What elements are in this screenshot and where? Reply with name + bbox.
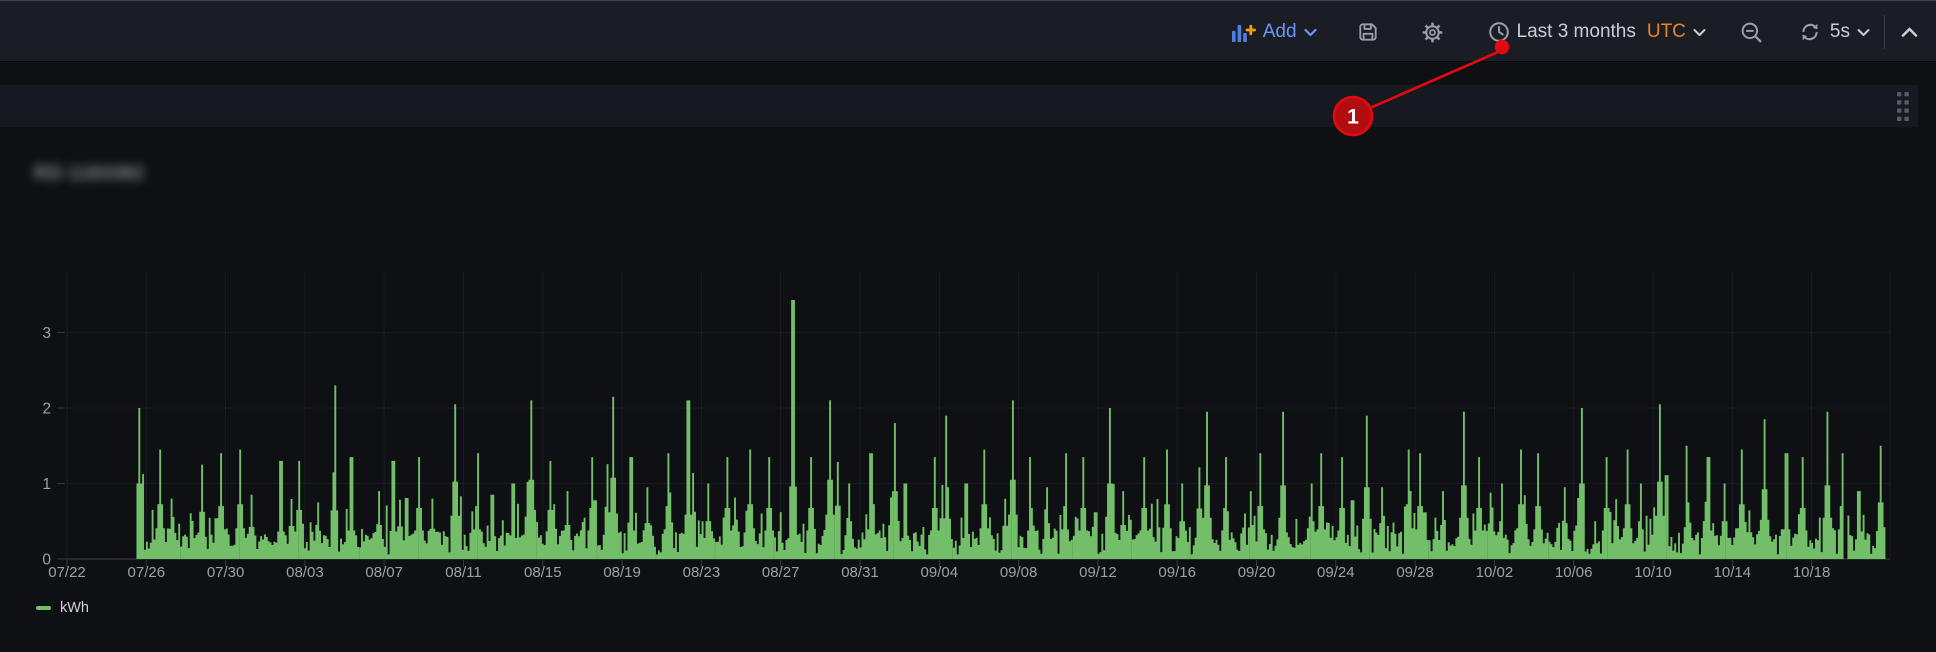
x-tick-label: 08/03 <box>286 564 324 581</box>
legend-swatch <box>36 606 51 610</box>
x-tick-label: 09/16 <box>1158 564 1196 581</box>
kwh-series-bars <box>137 300 1884 559</box>
x-tick-label: 09/08 <box>1000 564 1038 581</box>
legend-item-kwh[interactable]: kWh <box>36 600 89 616</box>
grafana-dashboard: Add <box>0 0 1936 652</box>
x-tick-label: 09/20 <box>1238 564 1276 581</box>
x-tick-label: 10/02 <box>1476 564 1514 581</box>
x-tick-label: 07/22 <box>48 564 86 581</box>
x-tick-label: 09/24 <box>1317 564 1355 581</box>
x-tick-label: 07/30 <box>207 564 245 581</box>
x-tick-label: 08/11 <box>445 564 481 581</box>
x-tick-label: 09/12 <box>1079 564 1117 581</box>
x-tick-label: 10/14 <box>1714 564 1752 581</box>
x-tick-label: 09/04 <box>921 564 959 581</box>
y-tick-label: 1 <box>42 476 51 493</box>
x-tick-label: 08/31 <box>841 564 879 581</box>
y-tick-label: 0 <box>42 552 51 569</box>
timeseries-chart-plot[interactable]: 07/22 07/26 07/30 08/03 08/07 08/11 08/15 08/19… <box>0 0 1936 652</box>
y-tick-label: 2 <box>42 401 51 418</box>
x-tick-label: 07/26 <box>128 564 166 581</box>
x-tick-label: 08/23 <box>683 564 721 581</box>
x-tick-label: 10/10 <box>1634 564 1672 581</box>
x-tick-label: 09/28 <box>1396 564 1434 581</box>
x-tick-label: 08/19 <box>603 564 641 581</box>
legend-label: kWh <box>60 600 89 616</box>
y-tick-label: 3 <box>42 325 51 342</box>
x-tick-label: 08/27 <box>762 564 800 581</box>
x-tick-label: 10/06 <box>1555 564 1593 581</box>
x-tick-label: 08/07 <box>365 564 403 581</box>
x-tick-label: 10/18 <box>1793 564 1831 581</box>
x-tick-label: 08/15 <box>524 564 562 581</box>
